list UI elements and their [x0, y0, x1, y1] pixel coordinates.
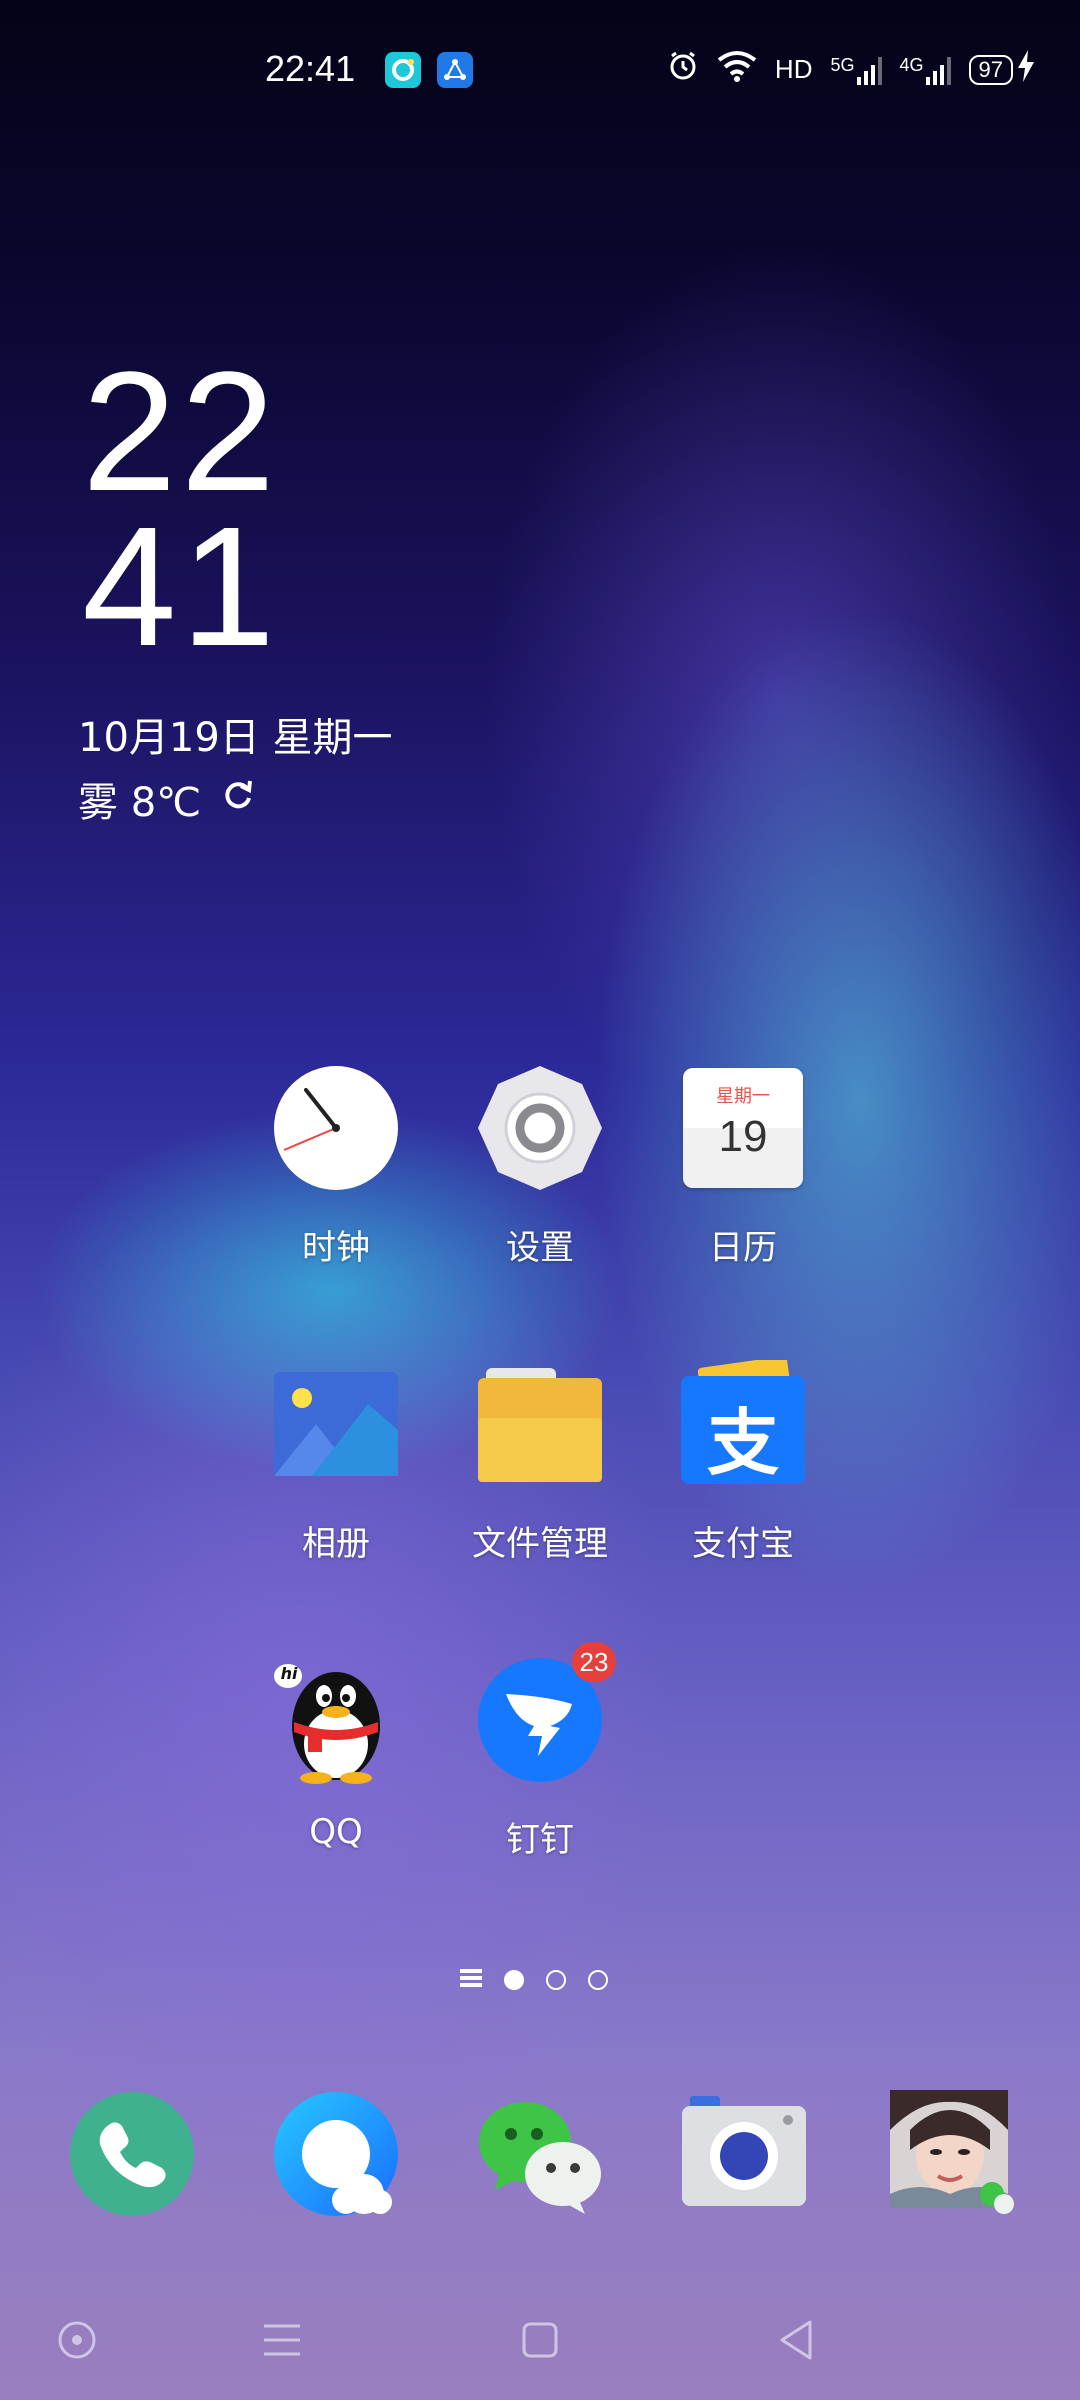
weather-widget[interactable]: 雾 8℃ [78, 770, 255, 828]
app-clock[interactable]: 时钟 [236, 1064, 436, 1269]
page-dot[interactable] [504, 1970, 524, 1990]
pinwheel-app-icon [385, 52, 421, 88]
calendar-day: 19 [718, 1112, 768, 1161]
qq-penguin-icon: hi [272, 1656, 400, 1784]
alipay-glyph: 支 [706, 1401, 779, 1485]
settings-gear-icon [476, 1064, 604, 1192]
phone-icon[interactable] [68, 2090, 196, 2218]
dingtalk-icon: 23 [476, 1642, 616, 1784]
calendar-app-icon: 星期一 19 [679, 1064, 807, 1192]
charging-icon [1017, 50, 1035, 89]
browser-icon[interactable] [272, 2090, 400, 2218]
share-app-icon [437, 52, 473, 88]
page-dot[interactable] [588, 1970, 608, 1990]
gallery-app-icon [272, 1360, 400, 1488]
wechat-icon[interactable] [475, 2090, 603, 2218]
page-dot[interactable] [546, 1970, 566, 1990]
back-button[interactable] [768, 2310, 828, 2370]
hd-icon: HD [774, 54, 813, 84]
refresh-icon[interactable] [221, 776, 255, 822]
app-label: 时钟 [302, 1228, 370, 1268]
app-label: 相册 [302, 1524, 370, 1564]
clock-widget[interactable]: 22 41 [82, 337, 280, 682]
app-alipay[interactable]: 支 支付宝 [643, 1356, 843, 1565]
clock-hours: 22 [82, 337, 280, 527]
status-time: 22:41 [265, 48, 356, 89]
contact-photo-icon[interactable] [890, 2090, 1018, 2218]
voice-assistant-button[interactable] [47, 2310, 107, 2370]
weather-text: 雾 8℃ [78, 780, 202, 826]
battery-icon: 97 [968, 54, 1013, 85]
app-label: 钉钉 [506, 1820, 574, 1860]
app-settings[interactable]: 设置 [440, 1064, 640, 1269]
qq-hi-bubble: hi [280, 1664, 298, 1683]
alipay-icon: 支 [679, 1356, 807, 1488]
clock-minutes: 41 [82, 492, 280, 682]
page-indicator[interactable] [460, 1967, 608, 1993]
app-gallery[interactable]: 相册 [236, 1360, 436, 1565]
status-icons: HD 5G 4G 97 [667, 50, 1035, 89]
app-qq[interactable]: hi QQ [236, 1656, 436, 1852]
app-label: 文件管理 [472, 1524, 608, 1564]
notification-badge: 23 [572, 1642, 616, 1682]
menu-button[interactable] [252, 2310, 312, 2370]
alarm-icon [667, 50, 699, 89]
signal-5g-icon: 5G [830, 55, 882, 85]
folder-icon [476, 1360, 604, 1488]
app-label: QQ [309, 1812, 363, 1852]
app-dingtalk[interactable]: 23 钉钉 [440, 1642, 640, 1861]
app-calendar[interactable]: 星期一 19 日历 [643, 1064, 843, 1269]
app-file-manager[interactable]: 文件管理 [440, 1360, 640, 1565]
date-text: 10月19日 星期一 [78, 715, 393, 761]
wifi-icon [717, 50, 757, 89]
home-button[interactable] [510, 2310, 570, 2370]
app-label: 设置 [506, 1228, 574, 1268]
app-label: 支付宝 [692, 1524, 794, 1564]
signal-4g-icon: 4G [900, 55, 951, 85]
app-drawer-icon[interactable] [460, 1967, 482, 1993]
calendar-weekday: 星期一 [716, 1086, 770, 1107]
camera-icon[interactable] [680, 2090, 808, 2218]
clock-app-icon [272, 1064, 400, 1192]
app-label: 日历 [709, 1228, 777, 1268]
